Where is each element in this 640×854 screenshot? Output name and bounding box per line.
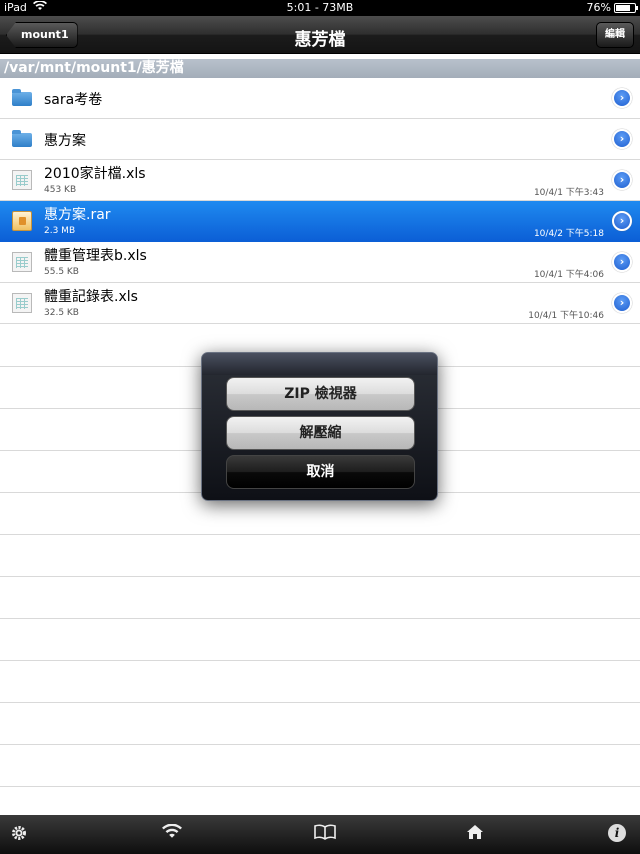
action-sheet-header — [202, 353, 437, 375]
file-date: 10/4/1 下午4:06 — [533, 270, 604, 280]
list-item[interactable]: 體重記錄表.xls 32.5 KB 10/4/1 下午10:46 › — [0, 283, 640, 324]
status-bar: iPad 5:01 - 73MB 76% — [0, 0, 640, 16]
battery-icon — [614, 3, 638, 13]
list-item[interactable]: 體重管理表b.xls 55.5 KB 10/4/1 下午4:06 › — [0, 242, 640, 283]
file-size: 2.3 MB — [44, 226, 76, 236]
list-item[interactable]: 2010家計檔.xls 453 KB 10/4/1 下午3:43 › — [0, 160, 640, 201]
extract-button[interactable]: 解壓縮 — [226, 416, 415, 450]
spreadsheet-icon — [12, 252, 32, 272]
detail-disclosure-button[interactable]: › — [612, 252, 632, 272]
file-date: 10/4/1 下午3:43 — [533, 188, 604, 198]
spreadsheet-icon — [12, 170, 32, 190]
edit-button[interactable]: 編輯 — [596, 22, 634, 48]
list-item[interactable]: sara考卷 › — [0, 78, 640, 119]
wifi-icon[interactable] — [157, 823, 187, 845]
detail-disclosure-button[interactable]: › — [612, 129, 632, 149]
file-name: 體重記錄表.xls — [44, 289, 138, 305]
file-name: 惠方案 — [44, 133, 86, 149]
zip-viewer-button[interactable]: ZIP 檢視器 — [226, 377, 415, 411]
list-item[interactable]: 惠方案 › — [0, 119, 640, 160]
file-size: 453 KB — [44, 185, 77, 195]
file-name: 體重管理表b.xls — [44, 248, 147, 264]
path-breadcrumb: /var/mnt/mount1/惠芳檔 — [0, 59, 640, 78]
file-name: sara考卷 — [44, 92, 103, 108]
folder-icon — [12, 89, 32, 106]
info-icon[interactable]: i — [608, 824, 638, 842]
list-item-selected[interactable]: 惠方案.rar 2.3 MB 10/4/2 下午5:18 › — [0, 201, 640, 242]
file-date: 10/4/1 下午10:46 — [528, 311, 604, 321]
detail-disclosure-button[interactable]: › — [612, 88, 632, 108]
book-icon[interactable] — [310, 824, 340, 845]
file-size: 55.5 KB — [44, 267, 79, 277]
file-name: 惠方案.rar — [44, 207, 111, 223]
page-title: 惠芳檔 — [294, 30, 346, 50]
status-time-memory: 5:01 - 73MB — [286, 1, 354, 14]
action-sheet: ZIP 檢視器 解壓縮 取消 — [201, 352, 438, 501]
tab-bar: i — [0, 815, 640, 854]
detail-disclosure-button[interactable]: › — [612, 211, 632, 231]
cancel-button[interactable]: 取消 — [226, 455, 415, 489]
detail-disclosure-button[interactable]: › — [612, 170, 632, 190]
folder-icon — [12, 130, 32, 147]
detail-disclosure-button[interactable]: › — [612, 293, 632, 313]
archive-icon — [12, 211, 32, 231]
home-icon[interactable] — [460, 824, 490, 845]
file-size: 32.5 KB — [44, 308, 79, 318]
spreadsheet-icon — [12, 293, 32, 313]
navigation-bar: mount1 惠芳檔 編輯 — [0, 16, 640, 54]
file-name: 2010家計檔.xls — [44, 166, 146, 182]
battery-fill — [616, 5, 630, 11]
file-list: sara考卷 › 惠方案 › 2010家計檔.xls 453 KB 10/4/1… — [0, 78, 640, 324]
battery-percent: 76% — [586, 1, 611, 14]
file-date: 10/4/2 下午5:18 — [533, 229, 604, 239]
gear-icon[interactable] — [4, 824, 34, 847]
